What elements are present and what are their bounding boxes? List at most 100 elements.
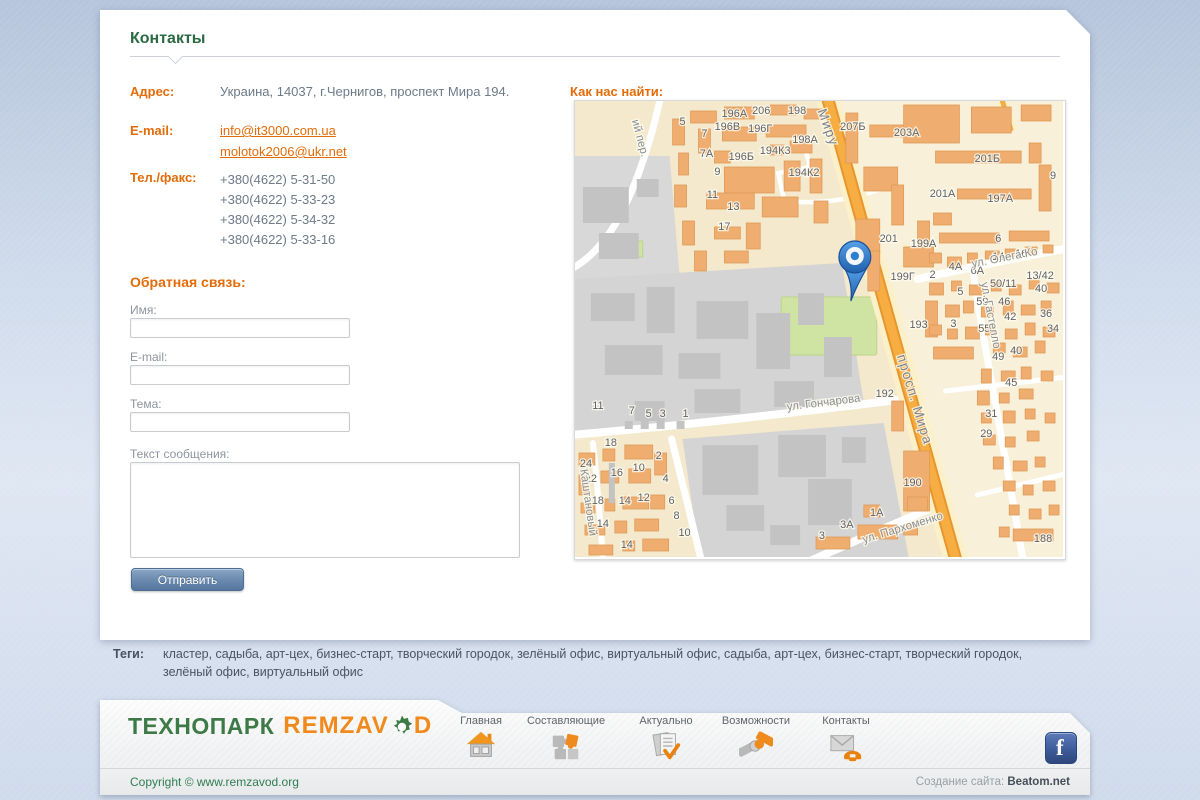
svg-text:40: 40 <box>1035 283 1047 295</box>
svg-text:198: 198 <box>788 105 806 117</box>
svg-text:2: 2 <box>929 269 935 281</box>
nav-item-components[interactable]: Составляющие <box>511 715 621 768</box>
svg-text:194К2: 194К2 <box>789 167 820 179</box>
svg-text:201: 201 <box>880 233 898 245</box>
mail-phone-icon <box>829 729 863 763</box>
svg-text:3А: 3А <box>840 519 854 531</box>
phone-label: Тел./факс: <box>130 170 220 185</box>
email-link-2[interactable]: molotok2006@ukr.net <box>220 144 347 159</box>
map-title: Как нас найти: <box>570 84 663 99</box>
credits: Создание сайта: Beatom.net <box>916 769 1070 795</box>
svg-text:13/42: 13/42 <box>1026 270 1053 282</box>
svg-text:40: 40 <box>1010 345 1022 357</box>
svg-text:10: 10 <box>678 527 690 539</box>
svg-text:201А: 201А <box>930 188 956 200</box>
svg-text:196Г: 196Г <box>748 123 772 135</box>
email-links: info@it3000.com.ua molotok2006@ukr.net <box>220 123 347 165</box>
form-email-label: E-mail: <box>130 350 167 364</box>
phone-2: +380(4622) 5-33-23 <box>220 190 335 210</box>
svg-text:14: 14 <box>621 539 633 551</box>
copyright-bar: Copyright © www.remzavod.org Создание са… <box>100 768 1090 796</box>
contacts-page: Контакты Адрес: Украина, 14037, г.Черниг… <box>0 0 1200 800</box>
email-field[interactable] <box>130 365 350 385</box>
svg-text:34: 34 <box>1047 323 1059 335</box>
svg-text:199Г: 199Г <box>891 271 915 283</box>
facebook-icon: f <box>1056 735 1064 761</box>
svg-text:201Б: 201Б <box>975 153 1000 165</box>
phone-list: +380(4622) 5-31-50 +380(4622) 5-33-23 +3… <box>220 170 335 250</box>
footer: ТЕХНОПАРК REMZAV D Главная <box>100 700 1090 795</box>
address-value: Украина, 14037, г.Чернигов, проспект Мир… <box>220 84 560 99</box>
document-check-icon <box>649 729 683 763</box>
logo-remzavod-text: REMZAV <box>283 712 389 740</box>
credits-label: Создание сайта: <box>916 776 1004 788</box>
name-label: Имя: <box>130 303 157 317</box>
home-icon <box>464 729 498 763</box>
svg-text:5: 5 <box>957 286 963 298</box>
copyright-text: Copyright © www.remzavod.org <box>130 769 299 795</box>
svg-text:4А: 4А <box>949 261 963 273</box>
name-field[interactable] <box>130 318 350 338</box>
subject-label: Тема: <box>130 397 162 411</box>
phone-4: +380(4622) 5-33-16 <box>220 230 335 250</box>
handshake-icon <box>739 729 773 763</box>
svg-text:14: 14 <box>597 518 609 530</box>
svg-text:1А: 1А <box>870 507 884 519</box>
email-link-1[interactable]: info@it3000.com.ua <box>220 123 347 138</box>
svg-text:3: 3 <box>950 318 956 330</box>
svg-text:8: 8 <box>674 510 680 522</box>
svg-text:18: 18 <box>605 437 617 449</box>
svg-text:196Б: 196Б <box>729 151 754 163</box>
svg-text:12: 12 <box>638 492 650 504</box>
svg-text:194К3: 194К3 <box>760 145 791 157</box>
svg-text:7: 7 <box>629 405 635 417</box>
facebook-button[interactable]: f <box>1045 732 1077 764</box>
svg-text:45: 45 <box>1005 377 1017 389</box>
svg-text:192: 192 <box>876 388 894 400</box>
svg-text:193: 193 <box>909 319 927 331</box>
svg-text:11: 11 <box>592 400 603 412</box>
svg-text:190: 190 <box>903 477 921 489</box>
svg-text:196А: 196А <box>722 108 748 120</box>
svg-text:17: 17 <box>718 221 730 233</box>
tags-label: Теги: <box>113 645 163 681</box>
svg-text:11: 11 <box>707 189 718 201</box>
svg-text:9: 9 <box>714 166 720 178</box>
svg-text:3: 3 <box>660 408 666 420</box>
submit-button[interactable]: Отправить <box>131 568 244 591</box>
map-canvas[interactable]: 577А9111317196А206198196В196Г198А196Б194… <box>574 100 1066 560</box>
content-card: Контакты Адрес: Украина, 14037, г.Черниг… <box>100 10 1090 640</box>
svg-text:4: 4 <box>663 473 669 485</box>
svg-text:13: 13 <box>727 201 739 213</box>
address-label: Адрес: <box>130 84 220 99</box>
map-image: 577А9111317196А206198196В196Г198А196Б194… <box>575 101 1063 557</box>
credits-link[interactable]: Beatom.net <box>1007 776 1070 788</box>
svg-text:188: 188 <box>1034 533 1052 545</box>
nav-item-contacts[interactable]: Контакты <box>791 715 901 768</box>
svg-text:203А: 203А <box>894 127 920 139</box>
subject-field[interactable] <box>130 412 350 432</box>
phone-1: +380(4622) 5-31-50 <box>220 170 335 190</box>
feedback-form-title: Обратная связь: <box>130 274 246 290</box>
svg-text:206: 206 <box>752 105 770 117</box>
svg-text:7: 7 <box>701 128 707 140</box>
svg-text:196В: 196В <box>715 121 741 133</box>
title-divider <box>130 56 1060 57</box>
svg-text:5: 5 <box>680 116 686 128</box>
svg-text:6: 6 <box>669 495 675 507</box>
svg-text:36: 36 <box>1040 308 1052 320</box>
email-label: E-mail: <box>130 123 220 138</box>
svg-text:6: 6 <box>995 233 1001 245</box>
page-title: Контакты <box>130 30 205 48</box>
svg-text:29: 29 <box>980 428 992 440</box>
svg-text:16: 16 <box>611 467 623 479</box>
gear-icon <box>389 714 415 740</box>
site-logo[interactable]: ТЕХНОПАРК REMZAV D <box>128 712 432 740</box>
svg-text:14: 14 <box>619 495 631 507</box>
svg-text:199А: 199А <box>911 238 937 250</box>
svg-text:50/11: 50/11 <box>990 278 1017 290</box>
svg-text:7А: 7А <box>700 148 714 160</box>
message-field[interactable] <box>130 462 520 558</box>
tags-block: Теги: кластер, садыба, арт-цех, бизнес-с… <box>113 645 1071 681</box>
svg-text:42: 42 <box>1004 311 1016 323</box>
